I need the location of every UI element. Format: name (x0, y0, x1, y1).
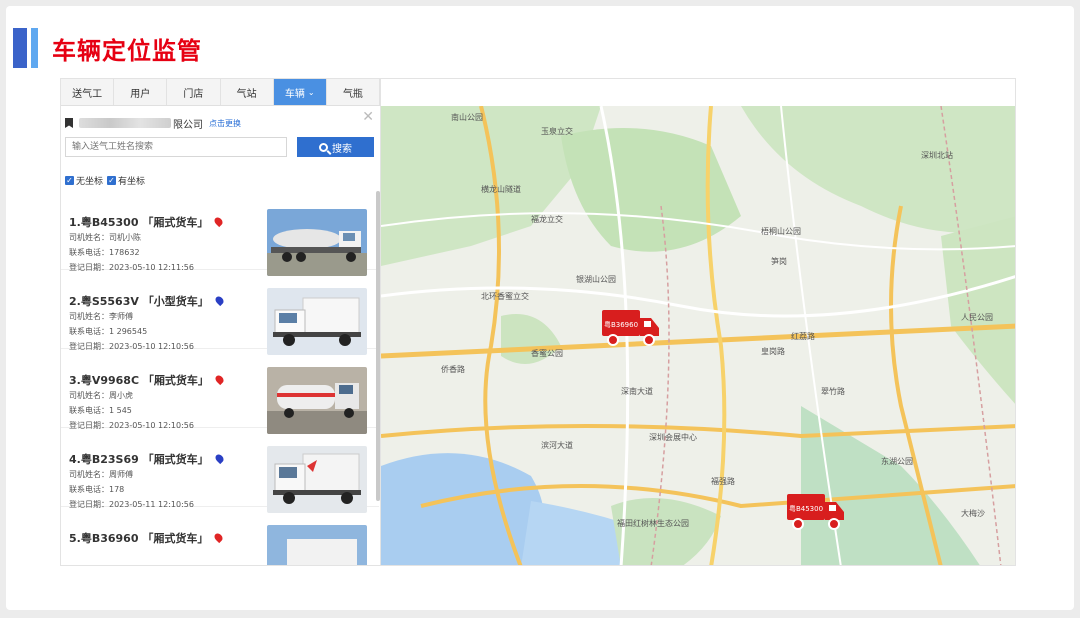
vehicle-title-text: 4.粤B23S69 「厢式货车」 (69, 453, 209, 466)
app-window: 送气工 用户 门店 气站 车辆⌄ 气瓶 限公司 点击更换 ✕ 搜索 ✓ 无坐标 … (60, 78, 1016, 566)
map-label: 南山公园 (451, 113, 483, 122)
title-accent-bar (13, 28, 27, 68)
location-pin-icon[interactable] (213, 294, 225, 307)
map-label: 横龙山隧道 (481, 185, 521, 194)
title-accent-bar-light (31, 28, 38, 68)
tab-label: 送气工 (72, 88, 103, 100)
vehicle-photo (267, 525, 367, 565)
has-coordinate-checkbox[interactable]: ✓ (107, 176, 117, 185)
tab-cylinders[interactable]: 气瓶 (327, 79, 381, 105)
has-coordinate-label: 有坐标 (118, 177, 146, 187)
vehicle-title: 2.粤S5563V 「小型货车」 (69, 293, 225, 309)
vehicle-photo (267, 446, 367, 513)
map-label: 梧桐山公园 (761, 227, 801, 236)
tab-label: 用户 (130, 88, 151, 100)
driver-name: 司机姓名：司机小陈 (69, 233, 141, 242)
tab-label: 车辆 (284, 88, 305, 100)
bookmark-icon (65, 118, 73, 128)
tab-delivery-worker[interactable]: 送气工 (61, 79, 115, 105)
search-button[interactable]: 搜索 (297, 137, 374, 157)
map-label: 玉泉立交 (541, 127, 573, 136)
vehicle-title: 4.粤B23S69 「厢式货车」 (69, 451, 225, 467)
tab-bar: 送气工 用户 门店 气站 车辆 ⌄ 气瓶 (61, 79, 381, 106)
map-label: 笋岗 (771, 257, 787, 266)
driver-phone: 联系电话：1 545 (69, 406, 132, 415)
vehicle-photo (267, 367, 367, 434)
map-label: 深南大道 (621, 387, 653, 396)
driver-name: 司机姓名：周小虎 (69, 391, 133, 400)
map-label: 皇岗路 (761, 347, 785, 356)
location-pin-icon[interactable] (213, 452, 225, 465)
map-label: 北环香蜜立交 (481, 292, 529, 301)
map-label: 红荔路 (791, 332, 815, 341)
search-icon (319, 142, 328, 152)
vehicle-photo (267, 209, 367, 276)
driver-phone: 联系电话：178 (69, 485, 125, 494)
tab-label: 气站 (236, 88, 257, 100)
vehicle-title-text: 1.粤B45300 「厢式货车」 (69, 216, 209, 229)
map-label: 福田红树林生态公园 (617, 519, 689, 528)
company-name-redacted (79, 118, 171, 128)
tab-vehicles[interactable]: 车辆 ⌄ (273, 79, 327, 105)
list-item[interactable]: 3.粤V9968C 「厢式货车」 司机姓名：周小虎 联系电话：1 545 登记日… (61, 349, 379, 434)
close-icon[interactable]: ✕ (362, 109, 374, 125)
no-coordinate-label: 无坐标 (76, 177, 104, 187)
vehicle-title: 1.粤B45300 「厢式货车」 (69, 214, 225, 230)
map-label: 深圳北站 (921, 151, 953, 160)
tab-users[interactable]: 用户 (114, 79, 168, 105)
tab-label: 气瓶 (342, 88, 363, 100)
map-label: 侨香路 (441, 365, 465, 374)
tab-stores[interactable]: 门店 (167, 79, 221, 105)
map-label: 香蜜公园 (531, 349, 563, 358)
location-pin-icon[interactable] (213, 215, 225, 228)
vehicle-list: 1.粤B45300 「厢式货车」 司机姓名：司机小陈 联系电话：178632 登… (61, 191, 379, 565)
map-label: 滨河大道 (541, 441, 573, 450)
company-row: 限公司 点击更换 (65, 115, 241, 131)
vehicle-title-text: 3.粤V9968C 「厢式货车」 (69, 374, 209, 387)
list-item[interactable]: 2.粤S5563V 「小型货车」 司机姓名：李师傅 联系电话：1 296545 … (61, 270, 379, 355)
driver-phone: 联系电话：178632 (69, 248, 140, 257)
vehicle-title-text: 2.粤S5563V 「小型货车」 (69, 295, 209, 308)
map-view[interactable]: 南山公园 玉泉立交 横龙山隧道 福龙立交 梧桐山公园 银湖山公园 香蜜公园 侨香… (381, 106, 1015, 565)
vehicle-photo (267, 288, 367, 355)
search-input[interactable] (65, 137, 287, 157)
map-label: 翠竹路 (821, 387, 845, 396)
truck-marker[interactable]: 粤B45300 (786, 492, 846, 532)
company-name-suffix: 限公司 (173, 119, 203, 131)
driver-name: 司机姓名：周师傅 (69, 470, 133, 479)
driver-phone: 联系电话：1 296545 (69, 327, 148, 336)
sidebar-panel: 送气工 用户 门店 气站 车辆⌄ 气瓶 限公司 点击更换 ✕ 搜索 ✓ 无坐标 … (61, 79, 381, 565)
list-item[interactable]: 1.粤B45300 「厢式货车」 司机姓名：司机小陈 联系电话：178632 登… (61, 191, 379, 276)
vehicle-title: 3.粤V9968C 「厢式货车」 (69, 372, 226, 388)
truck-plate-label: 粤B36960 (604, 320, 638, 329)
map-label: 人民公园 (961, 313, 993, 322)
truck-plate-label: 粤B45300 (789, 504, 823, 513)
search-row: 搜索 (65, 137, 374, 157)
map-label: 东湖公园 (881, 457, 913, 466)
chevron-down-icon: ⌄ (307, 87, 315, 97)
driver-name: 司机姓名：李师傅 (69, 312, 133, 321)
tab-gas-stations[interactable]: 气站 (221, 79, 274, 105)
tab-label: 门店 (183, 88, 204, 100)
map-label: 深圳会展中心 (649, 433, 697, 442)
list-scrollbar[interactable] (376, 191, 380, 501)
change-company-link[interactable]: 点击更换 (209, 118, 241, 129)
title-bar: 车辆定位监管 (13, 28, 202, 68)
vehicle-title: 5.粤B36960 「厢式货车」 (69, 530, 225, 546)
map-label: 大梅沙 (961, 509, 985, 518)
page-title: 车辆定位监管 (52, 36, 202, 65)
location-pin-icon[interactable] (213, 373, 226, 386)
map-base (381, 106, 1015, 565)
filter-row: ✓ 无坐标 ✓ 有坐标 (65, 174, 145, 187)
vehicle-title-text: 5.粤B36960 「厢式货车」 (69, 532, 209, 545)
truck-marker[interactable]: 粤B36960 (601, 308, 661, 348)
list-item[interactable]: 4.粤B23S69 「厢式货车」 司机姓名：周师傅 联系电话：178 登记日期：… (61, 428, 379, 513)
search-button-label: 搜索 (332, 143, 352, 155)
map-label: 福龙立交 (531, 215, 563, 224)
location-pin-icon[interactable] (213, 531, 225, 544)
map-label: 福强路 (711, 477, 735, 486)
no-coordinate-checkbox[interactable]: ✓ (65, 176, 74, 185)
list-item[interactable]: 5.粤B36960 「厢式货车」 (61, 507, 379, 565)
map-label: 银湖山公园 (576, 275, 616, 284)
